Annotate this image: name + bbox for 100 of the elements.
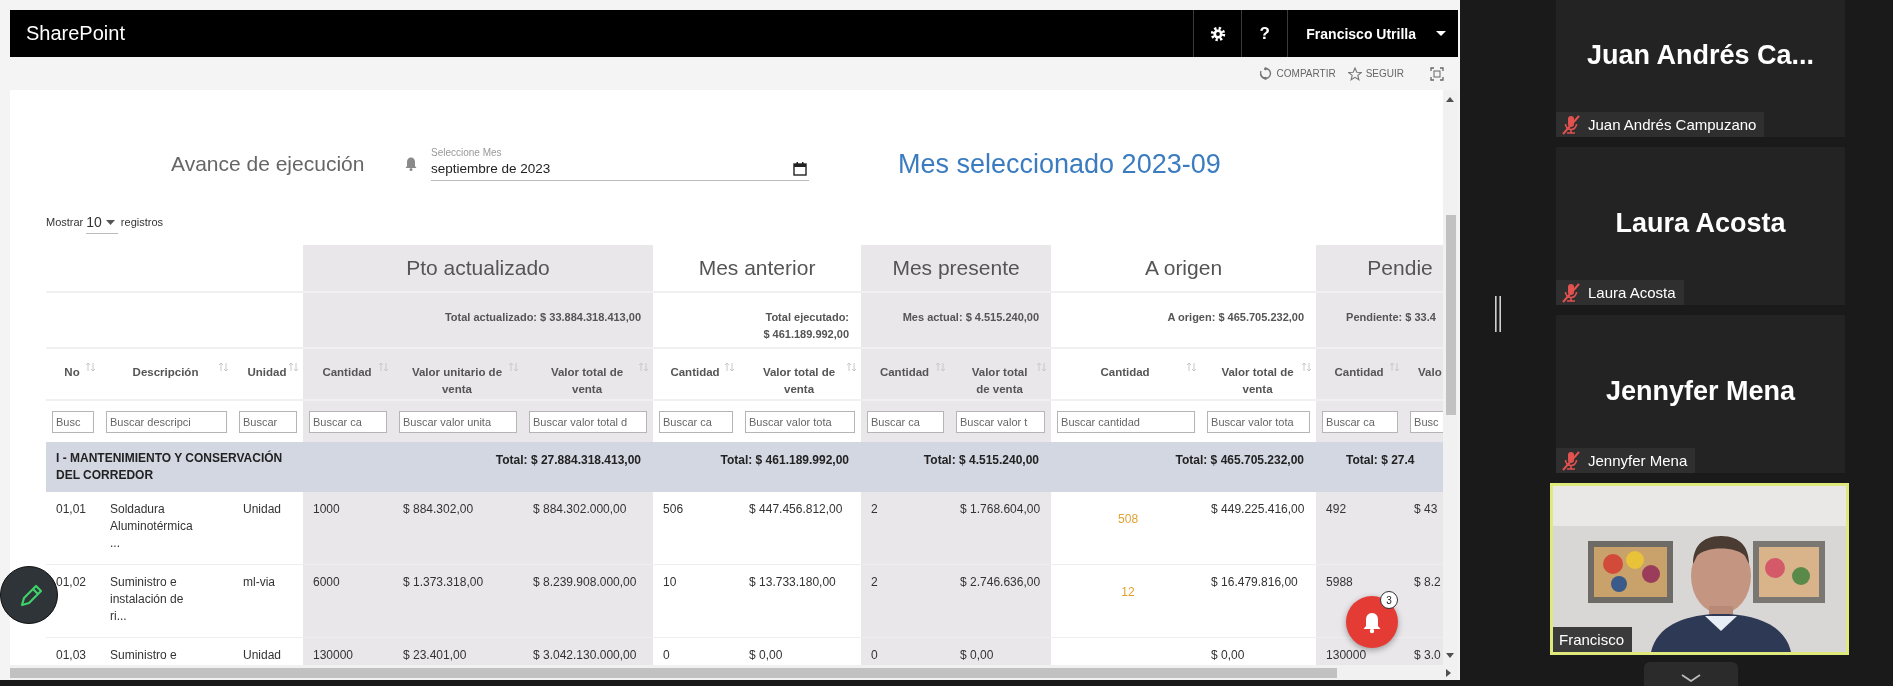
column-group-header: Pto actualizado [303, 245, 654, 292]
table-cell: $ 884.302,00 [393, 492, 523, 565]
sort-icon [638, 362, 650, 372]
sort-icon [846, 362, 858, 372]
section-total: Total: $ 461.189.992,00 [653, 442, 862, 492]
collapse-button[interactable] [1644, 662, 1738, 686]
table-cell: $ 1.768.604,00 [950, 492, 1052, 565]
table-cell: $ 0,00 [950, 637, 1052, 665]
table-cell: $ 43 [1404, 492, 1443, 565]
sort-icon [218, 362, 229, 372]
column-header[interactable]: Cantidad [1316, 348, 1405, 400]
table-cell: 506 [653, 492, 740, 565]
section-total: Total: $ 27.884.318.413,00 [303, 442, 654, 492]
table-cell: Soldadura Aluminotérmica ... [100, 492, 233, 565]
search-field[interactable]: Buscar [239, 410, 297, 433]
table-cell: $ 3.0 [1404, 637, 1443, 665]
search-field[interactable]: Buscar descripci [106, 410, 227, 433]
caret-icon [105, 219, 115, 225]
settings-icon [1209, 25, 1226, 42]
share-button[interactable]: COMPARTIR [1258, 66, 1336, 81]
participant-name: Jennyfer Mena [1588, 452, 1688, 469]
table-cell: 12 [1051, 564, 1202, 638]
search-field[interactable]: Busc [1410, 410, 1443, 433]
sort-icon [85, 362, 96, 372]
column-group-header: Pendie [1316, 245, 1443, 292]
length-label: Mostrar [46, 216, 84, 228]
column-header[interactable]: Valor total de venta [950, 348, 1052, 400]
section-total: Total: $ 27.4 [1316, 442, 1443, 492]
table-cell: $ 3.042.130.000,00 [523, 637, 654, 665]
sort-icon [1186, 362, 1198, 372]
table-cell: $ 1.373.318,00 [393, 564, 523, 638]
star-icon [1347, 66, 1362, 81]
sort-icon [288, 362, 299, 372]
table-cell: $ 884.302.000,00 [523, 492, 654, 565]
search-field[interactable]: Buscar ca [659, 410, 734, 433]
section-total: Total: $ 465.705.232,00 [1051, 442, 1317, 492]
search-field[interactable]: Buscar ca [309, 410, 387, 433]
scroll-up-icon[interactable] [1445, 96, 1455, 103]
sort-icon [378, 362, 389, 372]
table-cell: 2 [861, 564, 951, 638]
column-header[interactable]: Cantidad [1051, 348, 1202, 400]
bell-icon [1361, 610, 1383, 634]
sort-icon [935, 362, 947, 372]
participant-name: Francisco [1559, 631, 1625, 648]
table-cell: Suministro e instalación de ri... [100, 564, 233, 638]
table-cell: 6000 [303, 564, 393, 638]
table-cell: $ 23.401,00 [393, 637, 523, 665]
column-header[interactable]: Valo [1404, 348, 1443, 400]
table-cell: 508 [1051, 492, 1202, 565]
page-title: Avance de ejecución [170, 152, 366, 176]
field-label: Seleccione Mes [431, 147, 503, 158]
table-cell: 492 [1316, 492, 1405, 565]
focus-mode-button[interactable] [1430, 66, 1444, 81]
sort-icon [1036, 362, 1048, 372]
selected-month-heading: Mes seleccionado 2023-09 [898, 148, 1221, 180]
page-size-select[interactable]: 10 [86, 214, 118, 234]
section-title: I - MANTENIMIENTO Y CONSERVACIÓN DEL CORREDOR [46, 442, 303, 492]
search-field[interactable]: Buscar valor t [956, 410, 1046, 433]
calendar-icon[interactable] [793, 161, 807, 176]
column-header[interactable]: Valor unitario de venta [393, 348, 523, 400]
search-field[interactable]: Buscar valor total d [529, 410, 648, 433]
table-cell: $ 2.746.636,00 [950, 564, 1052, 638]
participant-display-name: Laura Acosta [1615, 207, 1786, 239]
resize-handle-icon[interactable] [1495, 296, 1501, 332]
table-cell: 0 [861, 637, 951, 665]
sync-icon [1258, 66, 1273, 81]
group-total: Pendiente: $ 33.4 [1316, 292, 1443, 348]
participant-display-name: Jennyfer Mena [1605, 375, 1796, 407]
month-field[interactable]: Seleccione Mes septiembre de 2023 [431, 147, 809, 181]
search-field[interactable]: Buscar ca [867, 410, 945, 433]
search-field[interactable]: Buscar valor tota [745, 410, 856, 433]
table-cell: 2 [861, 492, 951, 565]
column-group-header: Mes presente [861, 245, 1052, 292]
search-field[interactable]: Buscar valor unita [399, 410, 517, 433]
bell-icon [404, 156, 418, 172]
column-header[interactable]: Descripción [100, 348, 233, 400]
scroll-right-icon[interactable] [1445, 668, 1452, 678]
scroll-down-icon[interactable] [1445, 652, 1455, 659]
participant-name: Juan Andrés Campuzano [1588, 116, 1757, 133]
search-field[interactable]: Buscar valor tota [1207, 410, 1311, 433]
sort-icon [508, 362, 519, 372]
scrollbar-thumb[interactable] [1446, 215, 1456, 415]
sort-icon [724, 362, 736, 372]
column-header[interactable]: Cantidad [653, 348, 740, 400]
group-total: Mes actual: $ 4.515.240,00 [861, 292, 1052, 348]
focus-icon [1430, 66, 1444, 81]
column-header[interactable]: Valor total de venta [523, 348, 654, 400]
chevron-down-icon [1681, 674, 1701, 682]
column-header[interactable]: No [46, 348, 100, 400]
column-header[interactable]: Cantidad [861, 348, 951, 400]
table-cell: 10 [653, 564, 740, 638]
follow-button[interactable]: SEGUIR [1347, 66, 1404, 81]
search-field[interactable]: Busc [52, 410, 94, 433]
search-field[interactable]: Buscar ca [1322, 410, 1399, 433]
section-total: Total: $ 4.515.240,00 [861, 442, 1052, 492]
search-field[interactable]: Buscar cantidad [1057, 410, 1196, 433]
table-cell: $ 8.2 [1404, 564, 1443, 638]
sort-icon [1301, 362, 1313, 372]
column-header[interactable]: Cantidad [303, 348, 393, 400]
scrollbar-thumb[interactable] [10, 668, 1337, 678]
